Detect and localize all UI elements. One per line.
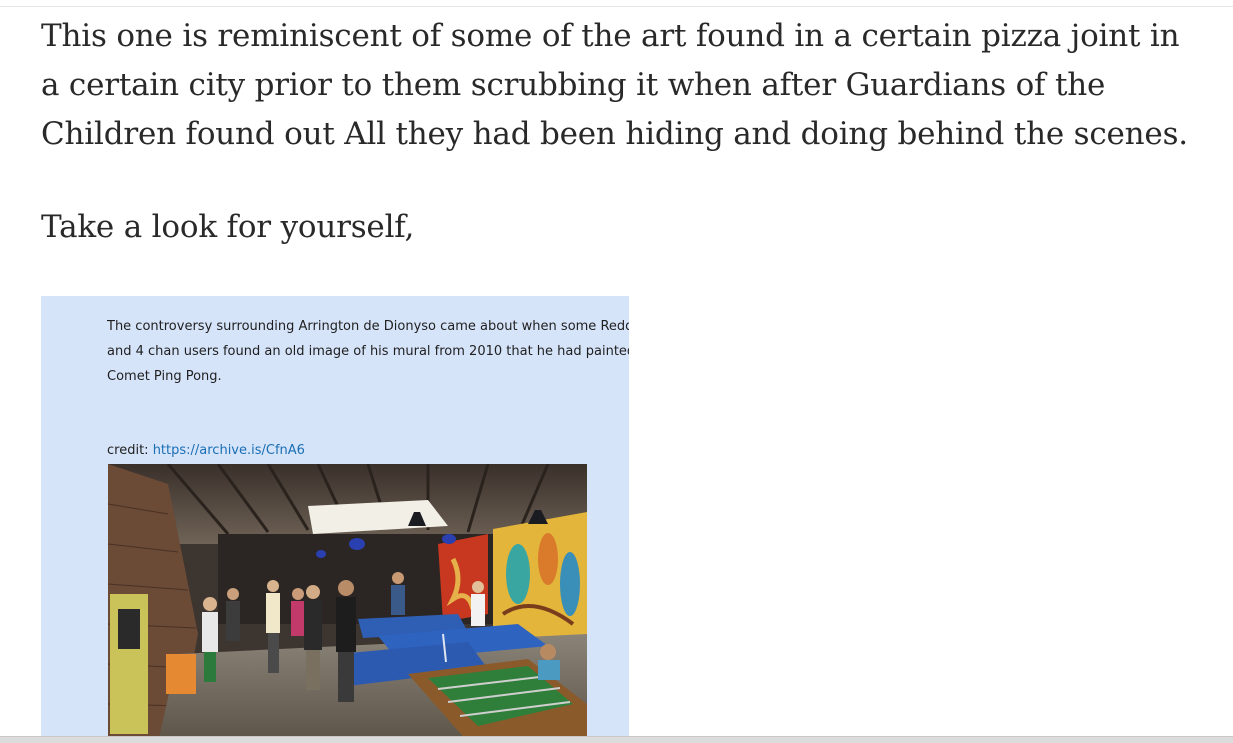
article-paragraph-1: This one is reminiscent of some of the a… [41,18,1188,152]
embed-text-line-1: The controversy surrounding Arrington de… [107,319,629,334]
credit-link[interactable]: https://archive.is/CfnA6 [153,443,305,458]
credit-label: credit: [107,443,149,458]
restaurant-photo [108,464,587,742]
top-divider [0,6,1233,7]
embed-text-line-2: and 4 chan users found an old image of h… [107,344,629,359]
embed-text-line-3: Comet Ping Pong. [107,369,222,384]
article-body: This one is reminiscent of some of the a… [41,12,1191,252]
credit-line: credit: https://archive.is/CfnA6 [107,441,305,461]
embed-text-block: The controversy surrounding Arrington de… [107,314,629,389]
article-paragraph-2: Take a look for yourself, [41,209,415,245]
embedded-screenshot: The controversy surrounding Arrington de… [41,296,629,742]
